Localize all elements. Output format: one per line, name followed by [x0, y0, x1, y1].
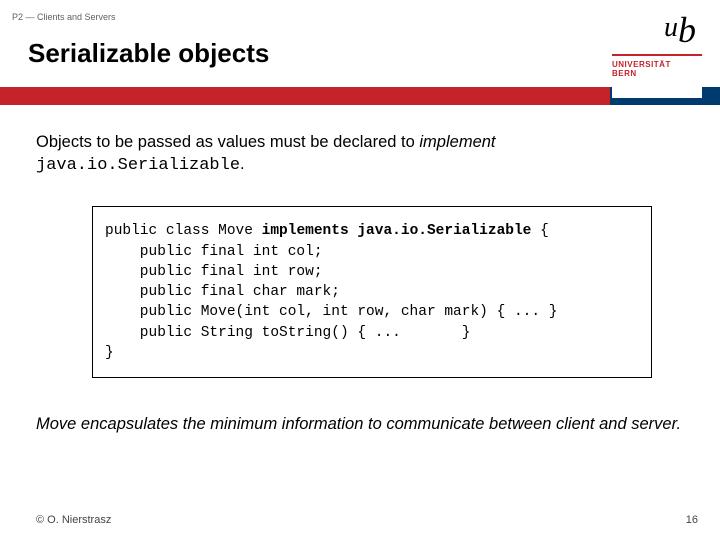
university-logo: ub UNIVERSITÄT BERN	[612, 10, 702, 98]
intro-paragraph: Objects to be passed as values must be d…	[36, 131, 684, 178]
page-number: 16	[686, 514, 698, 526]
intro-emphasis: implement	[419, 133, 495, 151]
code-block: public class Move implements java.io.Ser…	[105, 221, 639, 363]
footer: © O. Nierstrasz 16	[36, 514, 698, 526]
code-box: public class Move implements java.io.Ser…	[92, 206, 652, 378]
outro-paragraph: Move encapsulates the minimum informatio…	[36, 414, 684, 435]
logo-separator	[612, 54, 702, 56]
divider-red	[0, 87, 610, 105]
logo-text-1: UNIVERSITÄT	[612, 60, 702, 69]
copyright: © O. Nierstrasz	[36, 514, 111, 526]
breadcrumb: P2 — Clients and Servers	[12, 12, 116, 22]
logo-letter-u: u	[664, 12, 678, 43]
logo-letter-b: b	[678, 10, 696, 50]
content-area: Objects to be passed as values must be d…	[0, 105, 720, 436]
slide-title: Serializable objects	[28, 38, 692, 69]
logo-text-2: BERN	[612, 69, 702, 78]
intro-text-1: Objects to be passed as values must be d…	[36, 133, 419, 151]
intro-text-2: .	[240, 155, 245, 173]
intro-code: java.io.Serializable	[36, 156, 240, 175]
